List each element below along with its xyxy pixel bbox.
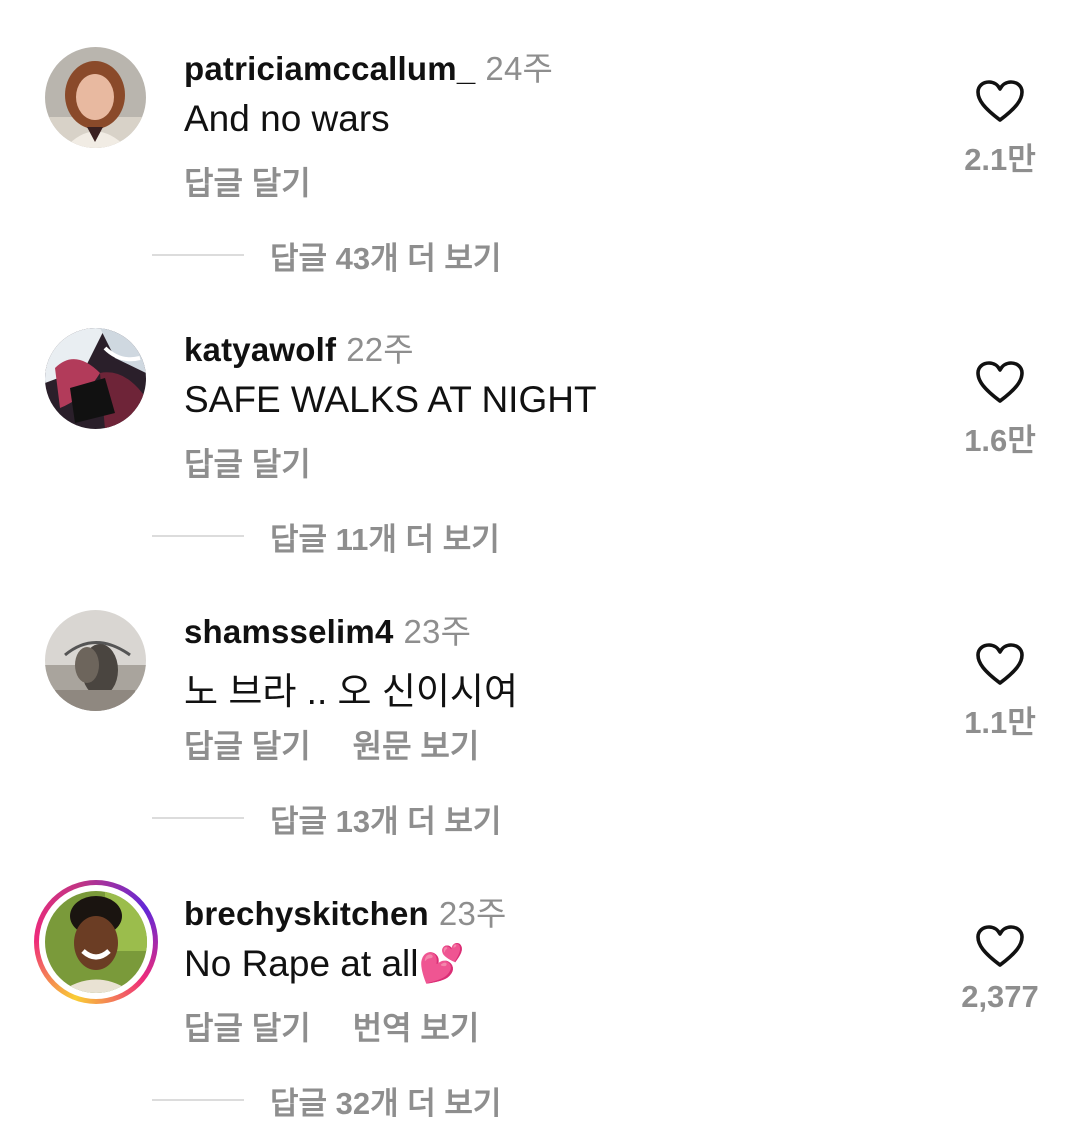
avatar[interactable] xyxy=(45,47,146,148)
comment-item: patriciamccallum_ 24주 And no wars 답글 달기 답… xyxy=(0,0,1080,282)
avatar[interactable] xyxy=(45,891,147,993)
like-button[interactable]: 1.1만 xyxy=(950,643,1050,742)
view-more-replies[interactable]: 답글 32개 더 보기 xyxy=(152,1080,502,1121)
reply-button[interactable]: 답글 달기 xyxy=(184,1010,311,1046)
comment-username[interactable]: katyawolf 22주 xyxy=(184,323,414,371)
view-original-button[interactable]: 원문 보기 xyxy=(353,728,480,764)
comment-time: 22주 xyxy=(346,331,414,368)
view-more-replies-label: 답글 11개 더 보기 xyxy=(270,521,500,557)
reply-button[interactable]: 답글 달기 xyxy=(184,446,311,482)
comment-time: 23주 xyxy=(438,895,507,932)
comment-item: shamsselim4 23주 노 브라 .. 오 신이시여 답글 달기 원문 보기… xyxy=(0,563,1080,845)
view-more-replies[interactable]: 답글 11개 더 보기 xyxy=(152,516,500,557)
like-count: 1.1만 xyxy=(964,705,1036,740)
comment-time: 23주 xyxy=(403,613,472,650)
like-button[interactable]: 1.6만 xyxy=(950,361,1050,460)
divider-line xyxy=(152,817,244,819)
see-translation-button[interactable]: 번역 보기 xyxy=(353,1010,480,1046)
comment-text: 노 브라 .. 오 신이시여 xyxy=(184,671,518,712)
comment-text: SAFE WALKS AT NIGHT xyxy=(184,379,597,420)
divider-line xyxy=(152,1099,244,1101)
divider-line xyxy=(152,254,244,256)
comment-username[interactable]: patriciamccallum_ 24주 xyxy=(184,42,553,90)
view-more-replies[interactable]: 답글 13개 더 보기 xyxy=(152,798,502,839)
reply-button[interactable]: 답글 달기 xyxy=(184,165,311,201)
comment-username[interactable]: shamsselim4 23주 xyxy=(184,605,471,653)
view-more-replies-label: 답글 43개 더 보기 xyxy=(270,240,502,276)
comment-username[interactable]: brechyskitchen 23주 xyxy=(184,887,507,935)
like-count: 2.1만 xyxy=(964,142,1036,177)
view-more-replies-label: 답글 32개 더 보기 xyxy=(270,1085,502,1121)
comment-actions: 답글 달기 원문 보기 xyxy=(184,721,521,767)
like-button[interactable]: 2.1만 xyxy=(950,80,1050,179)
reply-button[interactable]: 답글 달기 xyxy=(184,728,311,764)
comment-actions: 답글 달기 xyxy=(184,158,353,204)
comment-text: And no wars xyxy=(184,98,390,139)
comment-actions: 답글 달기 xyxy=(184,439,353,485)
comment-time: 24주 xyxy=(485,50,554,87)
comment-actions: 답글 달기 번역 보기 xyxy=(184,1003,521,1049)
divider-line xyxy=(152,535,244,537)
heart-outline-icon[interactable] xyxy=(976,80,1024,124)
view-more-replies[interactable]: 답글 43개 더 보기 xyxy=(152,235,502,276)
like-count: 1.6만 xyxy=(964,423,1036,458)
heart-outline-icon[interactable] xyxy=(976,643,1024,687)
comment-text: No Rape at all💕 xyxy=(184,943,465,984)
avatar[interactable] xyxy=(45,328,146,429)
heart-outline-icon[interactable] xyxy=(976,361,1024,405)
comment-item: katyawolf 22주 SAFE WALKS AT NIGHT 답글 달기 답… xyxy=(0,281,1080,563)
heart-outline-icon[interactable] xyxy=(976,925,1024,969)
avatar[interactable] xyxy=(45,610,146,711)
comment-item: brechyskitchen 23주 No Rape at all💕 답글 달기 번… xyxy=(0,845,1080,1127)
like-count: 2,377 xyxy=(961,979,1039,1014)
like-button[interactable]: 2,377 xyxy=(950,925,1050,1015)
view-more-replies-label: 답글 13개 더 보기 xyxy=(270,803,502,839)
